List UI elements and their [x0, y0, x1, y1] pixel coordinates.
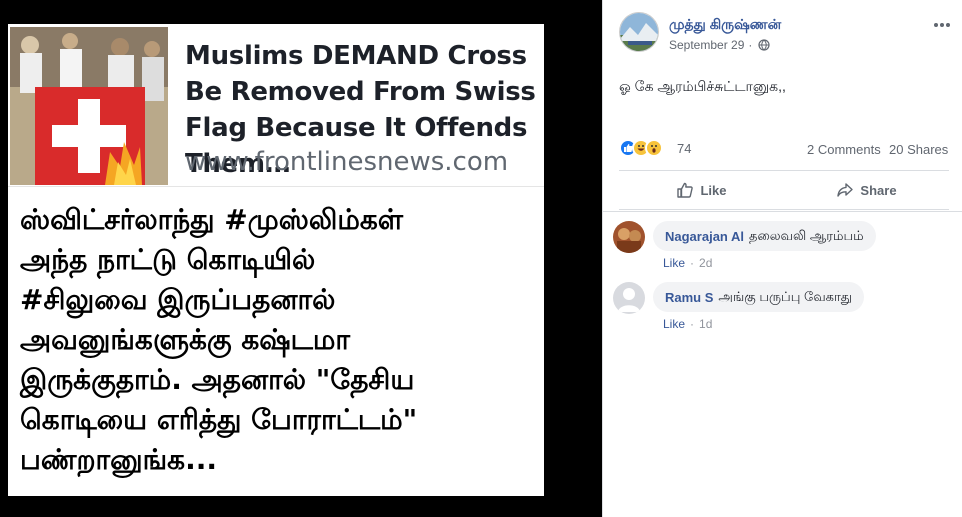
comment-bubble: Ramu S அங்கு பருப்பு வேகாது	[653, 282, 865, 312]
globe-icon[interactable]	[758, 39, 770, 51]
like-button-label: Like	[700, 182, 727, 198]
share-icon	[837, 183, 854, 197]
comment-time[interactable]: 2d	[699, 256, 712, 270]
link-preview[interactable]: Muslims DEMAND Cross Be Removed From Swi…	[8, 24, 544, 187]
more-options-icon[interactable]	[933, 20, 951, 30]
post-action-bar: Like Share	[619, 170, 949, 210]
comment-like-link[interactable]: Like	[663, 256, 685, 270]
shares-count[interactable]: 20 Shares	[889, 142, 948, 157]
thumbs-up-icon	[677, 182, 694, 198]
comment-text: தலைவலி ஆரம்பம்	[749, 227, 864, 243]
reaction-count[interactable]: 74	[677, 141, 691, 156]
commenter-avatar[interactable]	[613, 282, 645, 314]
link-domain: www.frontlinesnews.com	[185, 147, 509, 177]
image-caption-text: ஸ்விட்சர்லாந்து #முஸ்லிம்கள் அந்த நாட்டு…	[20, 203, 418, 476]
separator-dot: ·	[690, 256, 695, 270]
separator-dot: ·	[690, 317, 695, 331]
commenter-avatar[interactable]	[613, 221, 645, 253]
comments-section: Nagarajan Al தலைவலி ஆரம்பம் Like · 2d Ra…	[603, 211, 962, 517]
meta-separator: ·	[748, 38, 753, 52]
post-header: முத்து கிருஷ்ணன் September 29 ·	[619, 12, 951, 58]
comment-actions: Like · 2d	[663, 256, 712, 270]
commenter-name[interactable]: Ramu S	[665, 290, 713, 305]
comment-actions: Like · 1d	[663, 317, 712, 331]
post-panel: முத்து கிருஷ்ணன் September 29 · ஓ கே ஆரம…	[602, 0, 962, 517]
wow-icon	[645, 139, 663, 157]
comment-like-link[interactable]: Like	[663, 317, 685, 331]
comment-bubble: Nagarajan Al தலைவலி ஆரம்பம்	[653, 221, 876, 251]
comment-time[interactable]: 1d	[699, 317, 712, 331]
share-button[interactable]: Share	[784, 171, 949, 209]
like-button[interactable]: Like	[619, 171, 784, 209]
post-text: ஓ கே ஆரம்பிச்சுட்டானுக,,	[619, 78, 786, 94]
news-thumbnail-image	[10, 27, 168, 185]
reaction-icons[interactable]	[619, 139, 663, 159]
shared-image-card[interactable]: Muslims DEMAND Cross Be Removed From Swi…	[8, 24, 544, 496]
comments-count[interactable]: 2 Comments	[807, 142, 881, 157]
post-author-name[interactable]: முத்து கிருஷ்ணன்	[669, 16, 781, 35]
reactions-bar: 74 2 Comments 20 Shares	[619, 139, 949, 159]
shared-image-area: Muslims DEMAND Cross Be Removed From Swi…	[0, 0, 602, 517]
comment-text: அங்கு பருப்பு வேகாது	[718, 288, 853, 304]
commenter-name[interactable]: Nagarajan Al	[665, 229, 744, 244]
author-avatar[interactable]	[619, 12, 659, 52]
post-date[interactable]: September 29	[669, 38, 744, 52]
share-button-label: Share	[860, 182, 897, 198]
post-meta: September 29 ·	[669, 38, 770, 52]
